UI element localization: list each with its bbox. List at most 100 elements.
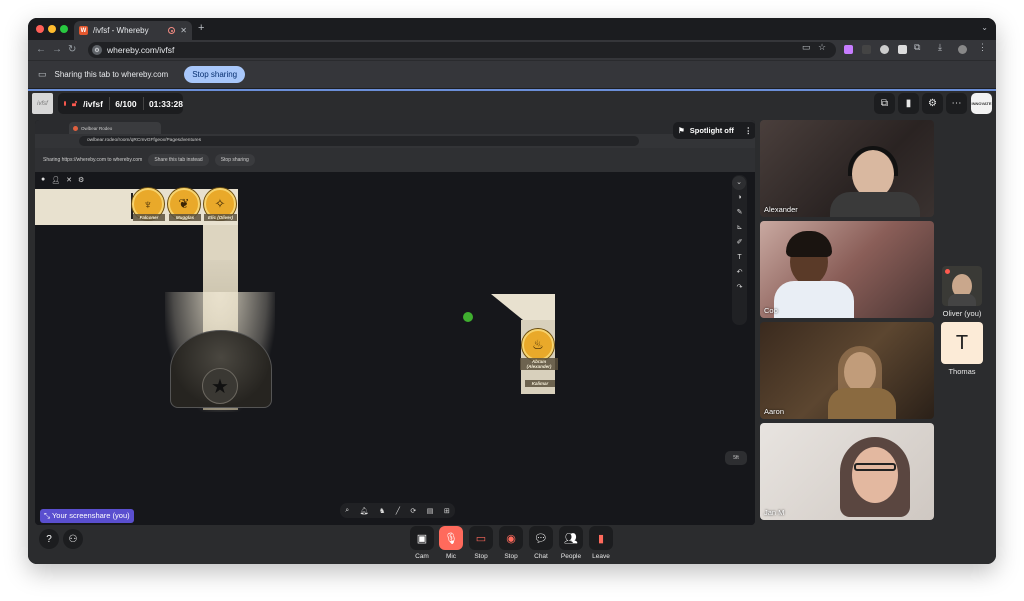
back-icon[interactable]: ←: [36, 44, 46, 55]
participant-tile[interactable]: Jan M: [760, 423, 934, 520]
extension-icon[interactable]: [898, 45, 907, 54]
new-tab-button[interactable]: +: [198, 22, 204, 34]
avatar-icon: ●: [41, 176, 46, 183]
close-icon: ✕: [66, 177, 72, 184]
forward-icon[interactable]: →: [52, 44, 62, 55]
map-bottom-tools: ⌕ 🔔︎ ♞ ╱ ⟳ ▤ ⊞: [340, 503, 455, 518]
leave-button[interactable]: ▮: [589, 526, 613, 550]
share-icon: ⤡: [44, 511, 52, 520]
help-button[interactable]: ?: [39, 529, 59, 549]
spotlight-icon: ⚑: [678, 126, 685, 135]
maximize-window-button[interactable]: [60, 25, 68, 33]
chevron-down-icon: ⌄: [732, 176, 746, 190]
participant-tile[interactable]: Coo: [760, 221, 934, 318]
sharing-status-text: Sharing this tab to whereby.com: [54, 70, 169, 79]
shared-stop-sharing-button: Stop sharing: [214, 154, 255, 166]
user-icon: 👤︎: [51, 177, 61, 184]
dog-icon: ♞: [378, 507, 386, 515]
token-label: Abram (Alexander): [520, 358, 558, 370]
participant-name: Alexander: [764, 205, 798, 214]
redo-icon: ↷: [736, 284, 743, 291]
extension-icon[interactable]: [880, 45, 889, 54]
self-view-tile[interactable]: [942, 266, 982, 306]
picture-in-picture-button[interactable]: ⧉: [874, 93, 895, 114]
stats-button[interactable]: ▮: [898, 93, 919, 114]
room-info-pill[interactable]: 🔓︎ /ivfsf 6/100 01:33:28: [58, 93, 183, 114]
site-info-icon[interactable]: ⚙: [92, 45, 102, 55]
tab-strip: W /ivfsf - Whereby ✕ + ⌄: [28, 18, 996, 40]
spotlight-label: Spotlight off: [689, 126, 734, 135]
spotlight-toggle[interactable]: ⚑ Spotlight off ⋮: [673, 122, 755, 139]
tile-menu-icon[interactable]: ⋮: [745, 126, 753, 135]
screenshare-label: ⤡ Your screenshare (you): [40, 509, 134, 523]
map-tool-rail: ✋︎ ◑ ✎ ⊾ ✐ T ↶ ↷: [732, 175, 747, 325]
star-icon: ★: [202, 368, 238, 404]
zoom-icon: ⌕: [345, 506, 350, 514]
undo-icon: ↶: [736, 269, 743, 276]
bookmark-star-icon[interactable]: ☆: [818, 42, 826, 53]
close-window-button[interactable]: [36, 25, 44, 33]
token-abram: ♨: [522, 329, 554, 361]
leave-icon: ▮: [597, 532, 605, 545]
token-label: Mugglas: [169, 214, 201, 221]
close-tab-icon[interactable]: ✕: [180, 26, 187, 35]
extension-icon[interactable]: [844, 45, 853, 54]
more-menu-icon[interactable]: ⋮: [978, 42, 987, 53]
participant-name: Jan M: [764, 508, 785, 517]
token-label: Kalimar: [525, 380, 555, 387]
shared-browser-tabstrip: Owlbear Rodeo: [35, 120, 755, 134]
cast-icon[interactable]: ▭: [802, 42, 811, 53]
stop-screenshare-button[interactable]: ▭: [469, 526, 493, 550]
token-label: Falconer: [133, 214, 165, 221]
participant-tile[interactable]: Alexander: [760, 120, 934, 217]
more-options-button[interactable]: ⋯: [946, 93, 967, 114]
browser-tab[interactable]: W /ivfsf - Whereby ✕: [74, 21, 192, 40]
tab-title: /ivfsf - Whereby: [93, 26, 149, 35]
pointer-marker: [463, 312, 473, 322]
people-button[interactable]: 👥︎: [559, 526, 583, 550]
room-top-bar: ivfsf 🔓︎ /ivfsf 6/100 01:33:28 ⧉ ▮ ⚙ ⋯ I…: [28, 91, 996, 117]
control-label: Leave: [592, 553, 610, 560]
brush-icon: ✐: [736, 239, 743, 246]
screenshare-tile[interactable]: Owlbear Rodeo owlbear.rodeo/room/qRCmvGF…: [35, 120, 755, 525]
organization-logo: INNOVATE: [971, 93, 992, 114]
settings-icon: ⚙: [78, 177, 85, 184]
record-icon: ◉: [506, 532, 516, 545]
shared-sharing-text: Sharing https://whereby.com to whereby.c…: [43, 157, 143, 163]
meeting-timer: 01:33:28: [148, 98, 183, 109]
reload-icon[interactable]: ↻: [68, 44, 76, 55]
profile-avatar-icon[interactable]: [958, 45, 967, 54]
chat-button[interactable]: 💬︎: [529, 526, 553, 550]
settings-button[interactable]: ⚙: [922, 93, 943, 114]
pencil-icon: ✎: [736, 209, 743, 216]
camera-icon: ▣: [416, 532, 428, 545]
avatar[interactable]: T: [941, 322, 983, 364]
share-this-tab-instead-button: Share this tab instead: [148, 154, 209, 166]
fog-icon: ◑: [737, 194, 742, 201]
download-icon[interactable]: ⤓: [938, 42, 942, 53]
tab-search-icon[interactable]: ⌄: [981, 23, 988, 32]
screen-share-icon: ▭: [475, 532, 487, 545]
whereby-favicon-icon: W: [79, 26, 88, 35]
room-name: /ivfsf: [83, 98, 103, 109]
mic-button[interactable]: 🎙︎: [439, 526, 463, 550]
participant-tile[interactable]: Aaron: [760, 322, 934, 419]
stop-recording-button[interactable]: ◉: [499, 526, 523, 550]
url-text: whereby.com/ivfsf: [107, 45, 175, 55]
grid-icon: ⊞: [443, 507, 450, 515]
dice-icon: ⟳: [410, 507, 417, 515]
address-bar[interactable]: ⚙ whereby.com/ivfsf: [88, 42, 836, 58]
extensions-puzzle-icon[interactable]: ⧉: [914, 42, 920, 53]
token-label: Elic (Oliver): [204, 214, 237, 221]
minimize-window-button[interactable]: [48, 25, 56, 33]
shared-browser-toolbar: owlbear.rodeo/room/qRCmvGFfgeox/Pagesdve…: [35, 134, 755, 148]
camera-button[interactable]: ▣: [410, 526, 434, 550]
measure-icon: ⊾: [736, 224, 743, 231]
shared-sharing-bar: Sharing https://whereby.com to whereby.c…: [35, 148, 755, 172]
map-top-tools: ● 👤︎ ✕ ⚙: [41, 176, 84, 188]
apps-button[interactable]: ⚇: [63, 529, 83, 549]
ruler-icon: ╱: [395, 507, 400, 515]
stop-sharing-button[interactable]: Stop sharing: [184, 66, 246, 83]
extension-icon[interactable]: [862, 45, 871, 54]
mic-muted-icon: 🎙︎: [444, 532, 458, 545]
